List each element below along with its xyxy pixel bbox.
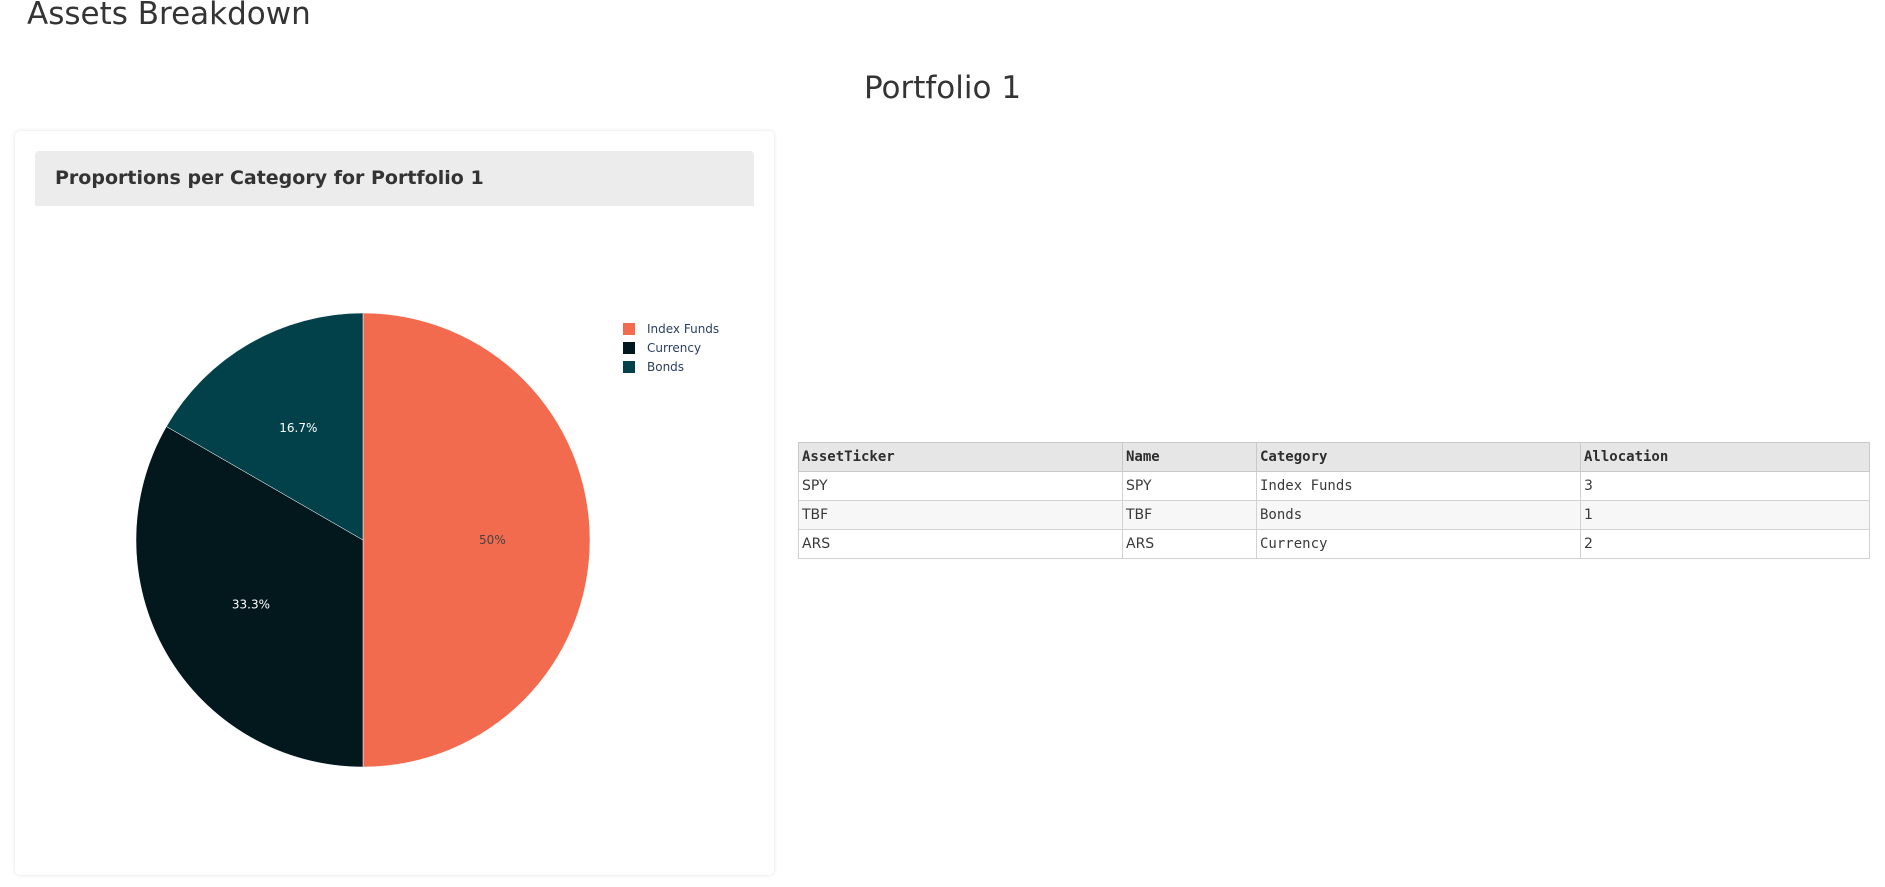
cell-allocation: 1 <box>1580 500 1870 530</box>
chart-card: Proportions per Category for Portfolio 1… <box>15 131 774 875</box>
cell-allocation: 3 <box>1580 471 1870 501</box>
cell-name: TBF <box>1122 500 1257 530</box>
cell-category: Bonds <box>1256 500 1581 530</box>
legend-label-bonds: Bonds <box>647 359 685 374</box>
legend-swatch-currency <box>623 341 635 354</box>
table-row[interactable]: TBF TBF Bonds 1 <box>798 500 1870 530</box>
assets-table-container: AssetTicker Name Category Allocation SPY… <box>798 442 1870 559</box>
assets-table: AssetTicker Name Category Allocation SPY… <box>798 442 1870 559</box>
chart-legend: Index Funds Currency Bonds <box>623 319 719 376</box>
column-header-name[interactable]: Name <box>1122 442 1257 472</box>
legend-item-bonds[interactable]: Bonds <box>623 357 719 376</box>
pie-label-bonds: 16.7% <box>279 421 317 435</box>
legend-label-currency: Currency <box>647 340 702 355</box>
cell-name: ARS <box>1122 529 1257 559</box>
cell-category: Currency <box>1256 529 1581 559</box>
pie-label-index-funds: 50% <box>479 533 506 547</box>
table-header-row: AssetTicker Name Category Allocation <box>798 442 1870 472</box>
pie-slice-index-funds[interactable] <box>362 312 591 768</box>
cell-assetticker: ARS <box>798 529 1123 559</box>
column-header-assetticker[interactable]: AssetTicker <box>798 442 1123 472</box>
table-row[interactable]: ARS ARS Currency 2 <box>798 529 1870 559</box>
cell-assetticker: SPY <box>798 471 1123 501</box>
cell-allocation: 2 <box>1580 529 1870 559</box>
column-header-category[interactable]: Category <box>1256 442 1581 472</box>
cell-assetticker: TBF <box>798 500 1123 530</box>
table-row[interactable]: SPY SPY Index Funds 3 <box>798 471 1870 501</box>
pie-label-currency: 33.3% <box>232 598 270 612</box>
legend-item-currency[interactable]: Currency <box>623 338 719 357</box>
legend-swatch-index-funds <box>623 322 635 335</box>
legend-item-index-funds[interactable]: Index Funds <box>623 319 719 338</box>
legend-label-index-funds: Index Funds <box>647 321 720 336</box>
column-header-allocation[interactable]: Allocation <box>1580 442 1870 472</box>
page-title: Assets Breakdown <box>27 0 311 32</box>
cell-name: SPY <box>1122 471 1257 501</box>
legend-swatch-bonds <box>623 360 635 373</box>
portfolio-title: Portfolio 1 <box>863 70 1022 106</box>
pie-chart[interactable]: 50% 33.3% 16.7% <box>15 131 774 875</box>
cell-category: Index Funds <box>1256 471 1581 501</box>
